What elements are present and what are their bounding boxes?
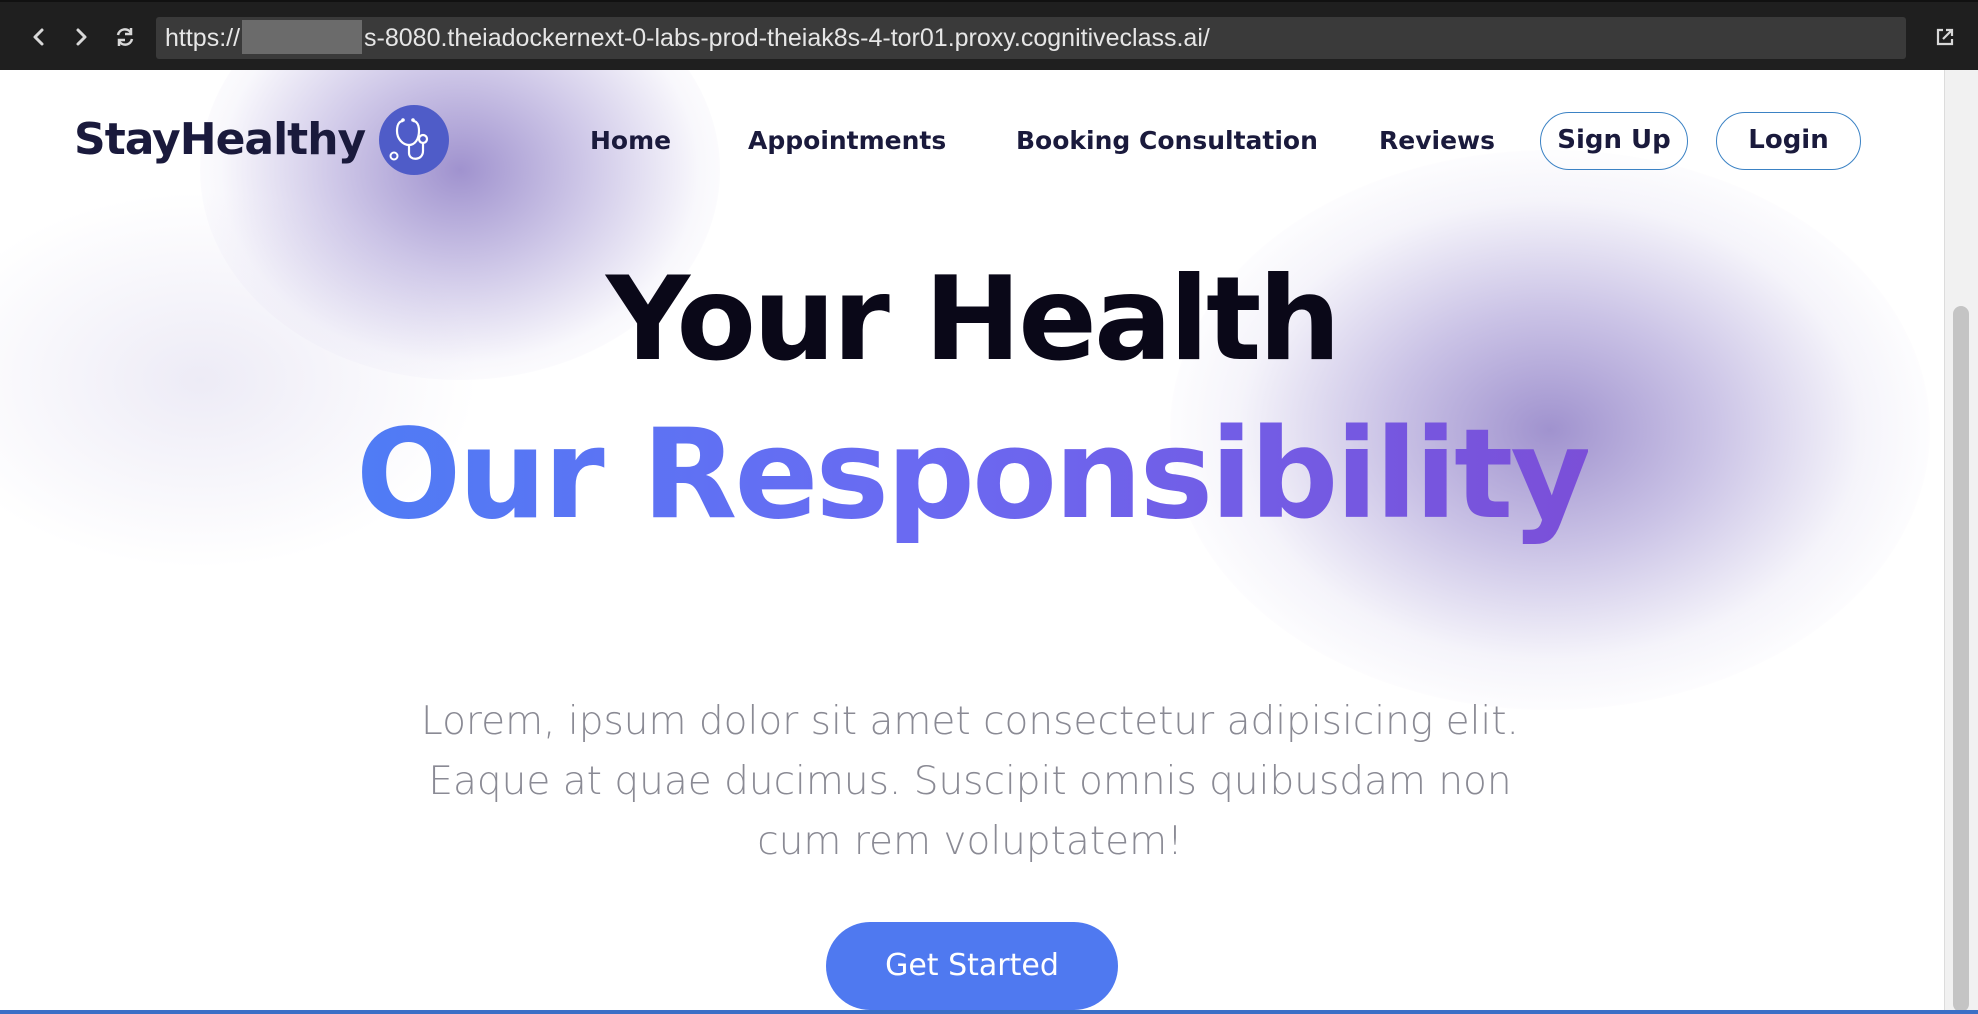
nav-booking-consultation[interactable]: Booking Consultation (1016, 126, 1318, 155)
brand-name[interactable]: StayHealthy (74, 114, 366, 165)
reload-icon[interactable] (110, 22, 140, 52)
redacted-block (242, 20, 363, 55)
open-external-icon[interactable] (1930, 22, 1960, 52)
url-suffix: s-8080.theiadockernext-0-labs-prod-theia… (364, 24, 1210, 52)
scrollbar-thumb[interactable] (1953, 306, 1969, 1012)
forward-icon[interactable] (66, 22, 96, 52)
scrollbar[interactable] (1944, 70, 1978, 1012)
hero-title-line1: Your Health (605, 252, 1341, 387)
browser-toolbar: https:// s-8080.theiadockernext-0-labs-pr… (0, 0, 1978, 70)
nav-reviews[interactable]: Reviews (1379, 126, 1495, 155)
back-icon[interactable] (24, 22, 54, 52)
url-bar[interactable]: https:// s-8080.theiadockernext-0-labs-pr… (156, 17, 1906, 59)
nav-appointments[interactable]: Appointments (748, 126, 946, 155)
bottom-border (0, 1010, 1978, 1014)
stethoscope-icon[interactable] (379, 105, 449, 175)
hero-title-gradient-text: Our Responsibility (355, 403, 1591, 547)
hero-description: Lorem, ipsum dolor sit amet consectetur … (421, 699, 1519, 864)
login-button[interactable]: Login (1716, 112, 1861, 170)
hero-title-line2: Our Responsibility (0, 400, 1944, 550)
get-started-button[interactable]: Get Started (826, 922, 1118, 1010)
nav-home[interactable]: Home (590, 126, 671, 155)
url-prefix: https:// (165, 24, 241, 52)
sign-up-button[interactable]: Sign Up (1540, 112, 1688, 170)
page-content: StayHealthy Home Appointments Booking Co… (0, 70, 1944, 1012)
